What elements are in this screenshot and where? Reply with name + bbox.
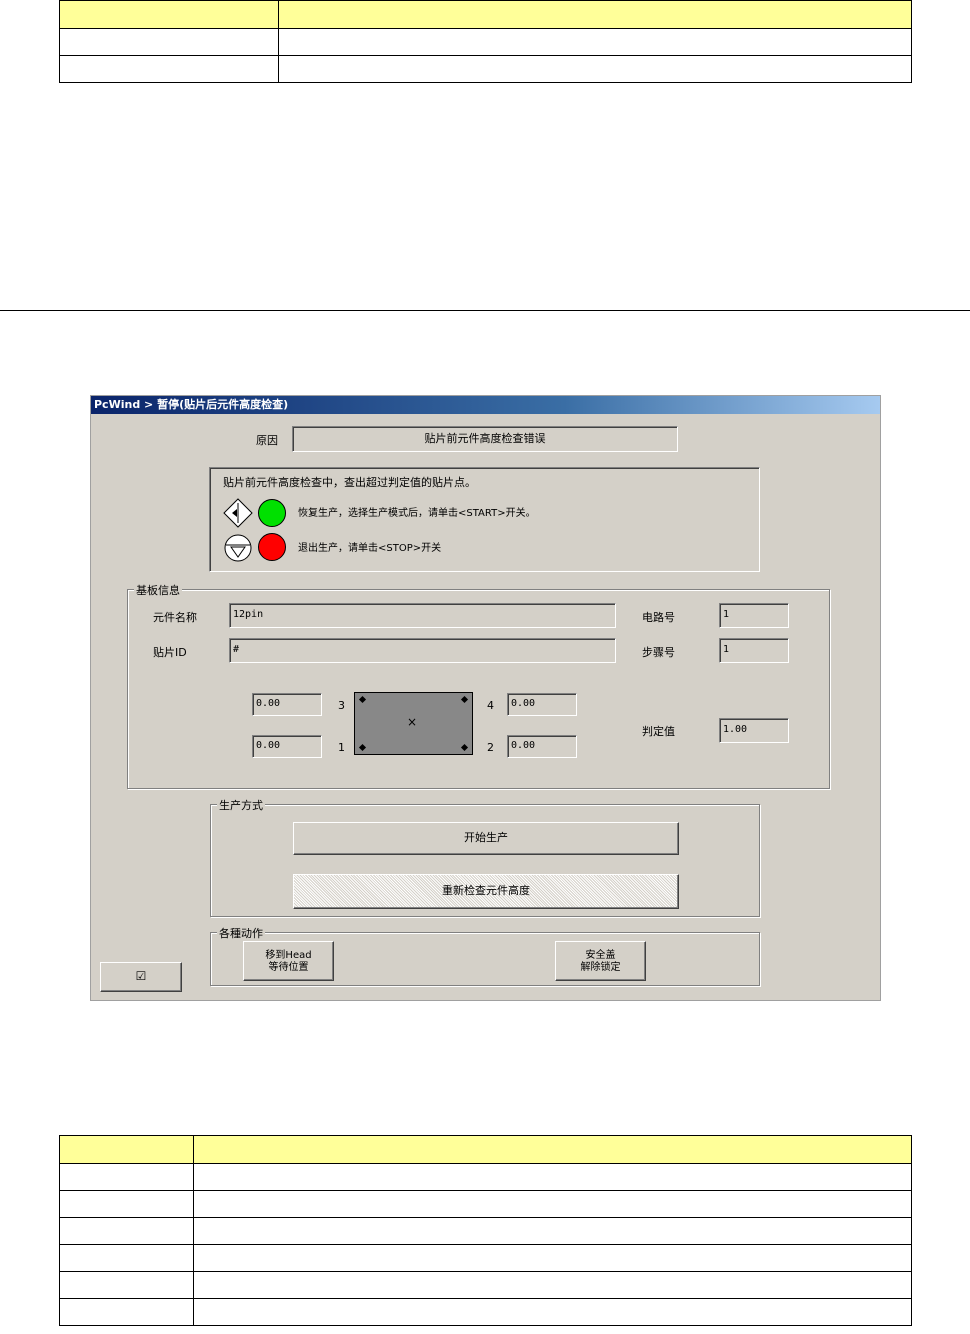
placement-id-field: # (229, 638, 616, 663)
table-row (59, 1271, 912, 1299)
recheck-height-button[interactable]: 重新检查元件高度 (293, 874, 679, 909)
table-cell (59, 1271, 194, 1299)
green-lamp-icon (258, 499, 286, 527)
move-head-line1: 移到Head (265, 950, 312, 961)
table-row (59, 1190, 912, 1218)
move-head-button[interactable]: 移到Head 等待位置 (243, 941, 334, 981)
table-row (59, 1163, 912, 1191)
table-header-row (59, 1135, 912, 1164)
table-cell (59, 1190, 194, 1218)
table-cell (59, 28, 279, 56)
safety-line1: 安全盖 (585, 950, 616, 961)
table-cell (278, 55, 912, 83)
corner-3-label: 3 (338, 699, 345, 712)
message-heading: 贴片前元件高度检查中，查出超过判定值的贴片点。 (223, 476, 476, 489)
table-cell (193, 1190, 912, 1218)
start-switch-icon (223, 498, 253, 528)
circuit-no-field: 1 (719, 603, 789, 628)
section-divider (0, 310, 970, 311)
component-diagram: × (354, 692, 473, 755)
table-cell (59, 1244, 194, 1272)
resume-text: 恢复生产，选择生产模式后，请单击<START>开关。 (298, 508, 536, 519)
cause-field: 贴片前元件高度检查错误 (292, 426, 678, 452)
table-row (59, 1298, 912, 1326)
corner-1-label: 1 (338, 741, 345, 754)
placement-id-label: 贴片ID (153, 646, 187, 659)
corner-4-value: 0.00 (507, 693, 577, 716)
corner-marker (460, 743, 469, 752)
safety-line2: 解除锁定 (580, 962, 621, 973)
board-info-legend: 基板信息 (134, 582, 182, 598)
table-row (59, 1217, 912, 1245)
table-header-cell (278, 0, 912, 29)
corner-2-label: 2 (487, 741, 494, 754)
table-cell (278, 28, 912, 56)
production-mode-legend: 生产方式 (217, 797, 265, 813)
component-name-label: 元件名称 (153, 611, 197, 624)
table-cell (59, 55, 279, 83)
red-lamp-icon (258, 533, 286, 561)
table-cell (193, 1271, 912, 1299)
top-table (59, 0, 912, 83)
table-cell (59, 1163, 194, 1191)
table-cell (193, 1217, 912, 1245)
component-name-field: 12pin (229, 603, 616, 628)
cause-label: 原因 (256, 434, 278, 447)
step-no-label: 步骤号 (642, 646, 675, 659)
table-row (59, 55, 912, 83)
table-header-cell (59, 0, 279, 29)
stop-switch-icon (224, 534, 252, 562)
judge-value-field: 1.00 (719, 718, 789, 743)
actions-legend: 各種动作 (217, 925, 265, 941)
table-cell (193, 1244, 912, 1272)
corner-1-value: 0.00 (252, 735, 322, 758)
move-head-line2: 等待位置 (268, 962, 309, 973)
table-row (59, 28, 912, 56)
stop-text: 退出生产，请单击<STOP>开关 (298, 543, 442, 554)
corner-marker (358, 695, 367, 704)
corner-3-value: 0.00 (252, 693, 322, 716)
safety-cover-unlock-button[interactable]: 安全盖 解除锁定 (555, 941, 646, 981)
judge-value-label: 判定值 (642, 725, 675, 738)
pause-dialog: PcWind > 暂停(贴片后元件高度检查) 原因 贴片前元件高度检查错误 贴片… (90, 395, 881, 1001)
corner-4-label: 4 (487, 699, 494, 712)
bottom-table (59, 1135, 912, 1326)
dialog-title: PcWind > 暂停(贴片后元件高度检查) (91, 396, 880, 414)
table-header-cell (59, 1135, 194, 1164)
table-cell (193, 1298, 912, 1326)
table-cell (59, 1298, 194, 1326)
corner-marker (358, 743, 367, 752)
table-header-cell (193, 1135, 912, 1164)
table-cell (59, 1217, 194, 1245)
table-row (59, 1244, 912, 1272)
center-mark: × (407, 715, 418, 729)
corner-2-value: 0.00 (507, 735, 577, 758)
table-header-row (59, 0, 912, 29)
circuit-no-label: 电路号 (642, 611, 675, 624)
confirm-icon-button[interactable]: ☑ (100, 962, 182, 992)
start-production-button[interactable]: 开始生产 (293, 822, 679, 855)
step-no-field: 1 (719, 638, 789, 663)
corner-marker (460, 695, 469, 704)
table-cell (193, 1163, 912, 1191)
